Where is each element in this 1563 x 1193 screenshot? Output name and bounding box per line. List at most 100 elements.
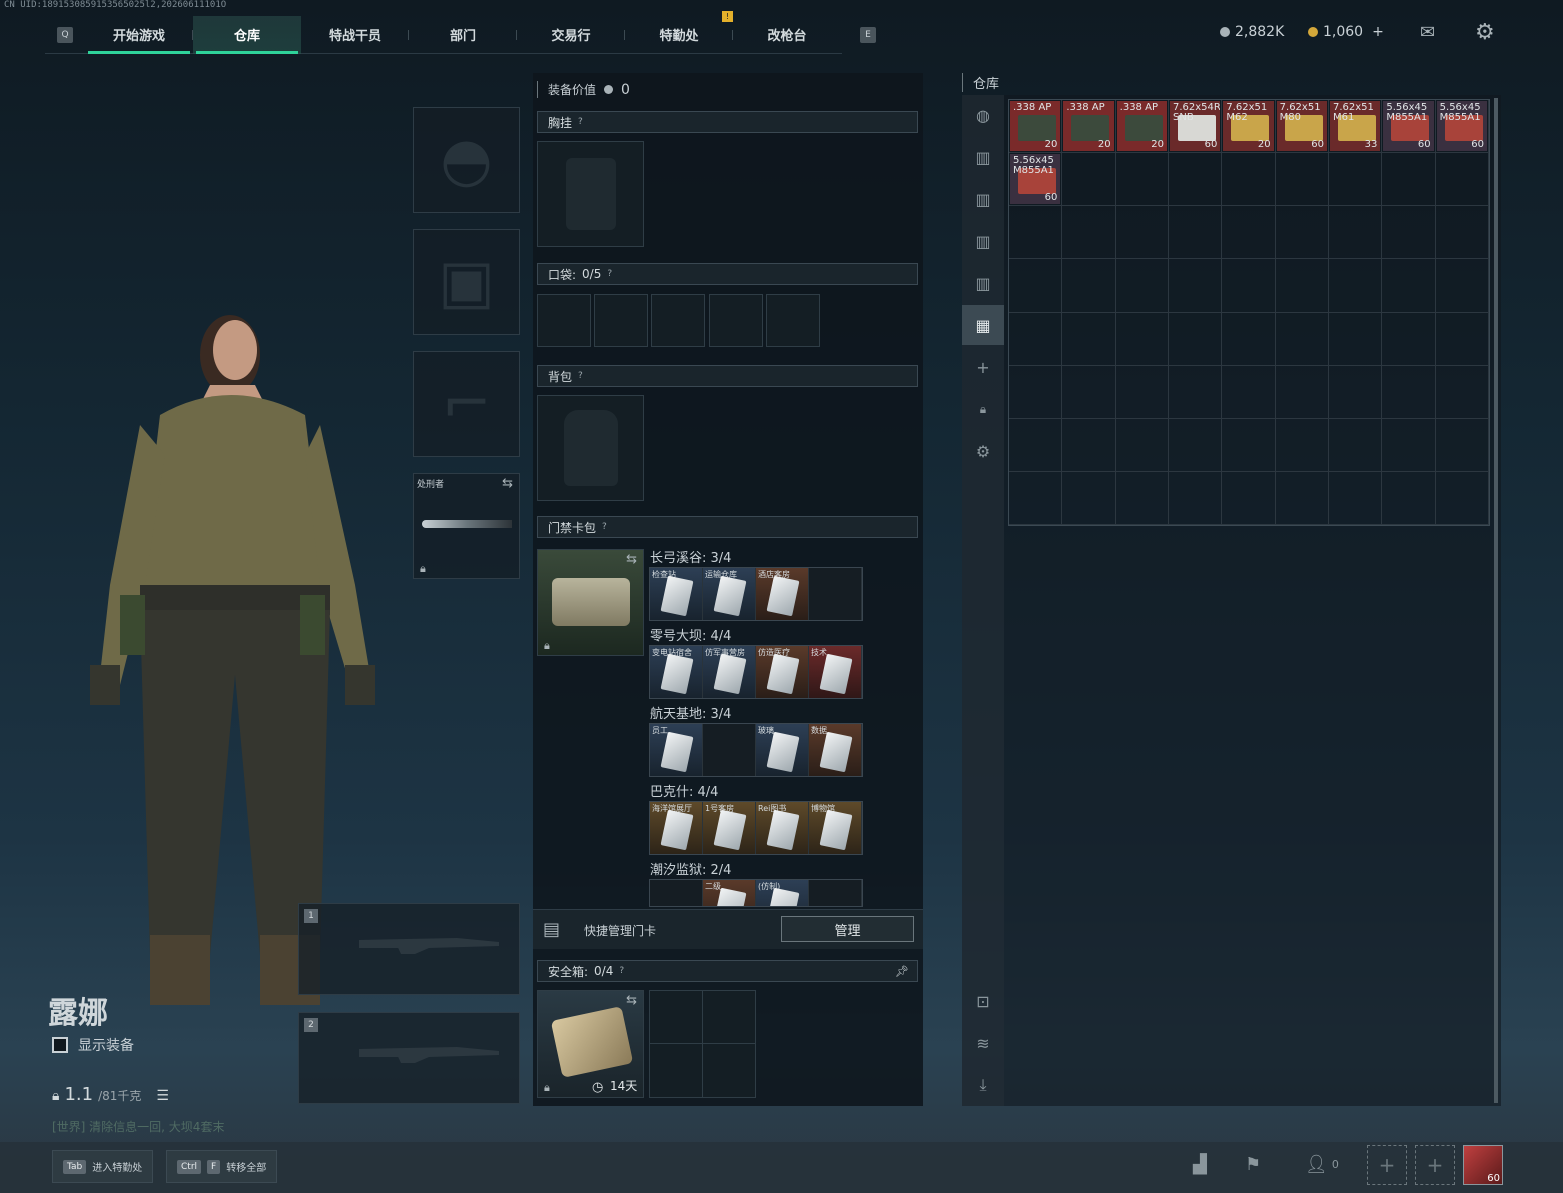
ammo-item[interactable]: 5.56x45 M855A1 60 xyxy=(1010,154,1061,205)
warehouse-cell[interactable] xyxy=(1222,259,1276,313)
warehouse-cell[interactable] xyxy=(1328,206,1383,260)
warehouse-cell[interactable] xyxy=(1168,471,1223,525)
warehouse-cell[interactable] xyxy=(1328,153,1383,207)
pocket-slot[interactable] xyxy=(594,294,648,347)
ammo-item[interactable]: 7.62x51 M62 20 xyxy=(1223,101,1274,152)
warehouse-cell[interactable] xyxy=(1168,418,1223,472)
warehouse-cell[interactable]: 7.62x51 M61 33 xyxy=(1328,100,1383,154)
gold-currency[interactable]: 1,060 + xyxy=(1308,24,1384,40)
warehouse-cell[interactable] xyxy=(1435,153,1489,207)
helmet-slot[interactable]: ◓ xyxy=(413,107,520,213)
mail-icon[interactable]: ✉ xyxy=(1420,22,1435,43)
ammo-item[interactable]: 7.62x54R SNB 60 xyxy=(1169,101,1221,152)
warehouse-cell[interactable] xyxy=(1222,418,1276,472)
warehouse-cell[interactable] xyxy=(1115,259,1169,313)
warehouse-cell[interactable]: 5.56x45 M855A1 60 xyxy=(1009,153,1063,207)
tab-operators[interactable]: 特战干员 xyxy=(301,16,409,54)
show-equipment-toggle[interactable]: 显示装备 xyxy=(52,1035,134,1055)
warehouse-cell[interactable] xyxy=(1382,312,1436,366)
warehouse-cell[interactable] xyxy=(1115,312,1169,366)
warehouse-tab-2-icon[interactable]: ▥ xyxy=(962,137,1004,177)
keycard-empty-slot[interactable] xyxy=(650,880,703,906)
warehouse-cell[interactable]: .338 AP 20 xyxy=(1062,100,1116,154)
ammo-item[interactable]: .338 AP 20 xyxy=(1063,101,1114,152)
warehouse-cell[interactable] xyxy=(1009,312,1063,366)
warehouse-cell[interactable] xyxy=(1328,312,1383,366)
warehouse-cell[interactable] xyxy=(1382,259,1436,313)
nav-key-e[interactable]: E xyxy=(860,27,876,43)
tab-start-game[interactable]: 开始游戏 xyxy=(85,16,193,54)
keycard[interactable]: 数据 xyxy=(809,724,862,776)
ammo-item[interactable]: 5.56x45 M855A1 60 xyxy=(1383,101,1434,152)
warehouse-cell[interactable] xyxy=(1275,206,1329,260)
nav-key-q[interactable]: Q xyxy=(57,26,73,43)
warehouse-cell[interactable] xyxy=(1275,418,1329,472)
add-squad-slot-button[interactable]: + xyxy=(1367,1145,1407,1185)
warehouse-cell[interactable] xyxy=(1275,365,1329,419)
help-icon[interactable]: ? xyxy=(607,269,612,279)
pocket-slot[interactable] xyxy=(766,294,820,347)
warehouse-cell[interactable] xyxy=(1382,206,1436,260)
warehouse-cell[interactable] xyxy=(1009,259,1063,313)
silver-currency[interactable]: 2,882K xyxy=(1220,24,1284,40)
warehouse-cell[interactable] xyxy=(1435,259,1489,313)
backpack-slot[interactable] xyxy=(537,395,644,501)
warehouse-cell[interactable]: .338 AP 20 xyxy=(1115,100,1169,154)
friends-button[interactable]: 👤︎ 0 xyxy=(1305,1154,1339,1175)
swap-icon[interactable]: ⇆ xyxy=(626,993,637,1008)
tab-special-service[interactable]: 特勤处 xyxy=(625,16,733,54)
tab-gunsmith[interactable]: 改枪台 xyxy=(733,16,841,54)
warehouse-cell[interactable] xyxy=(1062,312,1116,366)
warehouse-cell[interactable] xyxy=(1435,206,1489,260)
warehouse-cell[interactable] xyxy=(1328,365,1383,419)
sort-icon[interactable]: ⊡ xyxy=(962,981,1004,1021)
pin-icon[interactable]: 📌︎ xyxy=(895,965,909,978)
warehouse-cell[interactable] xyxy=(1168,365,1223,419)
warehouse-cell[interactable]: 7.62x51 M62 20 xyxy=(1222,100,1276,154)
warehouse-cell[interactable] xyxy=(1435,312,1489,366)
show-equipment-checkbox[interactable] xyxy=(52,1037,68,1053)
warehouse-settings-icon[interactable]: ⚙ xyxy=(962,431,1004,471)
melee-slot[interactable]: 处刑者 ⇆ 🔒︎ xyxy=(413,473,520,579)
warehouse-cell[interactable] xyxy=(1328,418,1383,472)
warehouse-cell[interactable] xyxy=(1009,365,1063,419)
warehouse-cell[interactable] xyxy=(1328,259,1383,313)
warehouse-cell[interactable] xyxy=(1009,206,1063,260)
warehouse-cell[interactable] xyxy=(1115,153,1169,207)
keycard[interactable]: 检查站 xyxy=(650,568,703,620)
keycard[interactable]: 变电站宿舍 xyxy=(650,646,703,698)
pocket-slot[interactable] xyxy=(651,294,705,347)
help-icon[interactable]: ? xyxy=(619,966,624,976)
warehouse-cell[interactable] xyxy=(1382,153,1436,207)
warehouse-tab-5-icon[interactable]: ▥ xyxy=(962,263,1004,303)
settings-gear-icon[interactable]: ⚙ xyxy=(1475,20,1495,45)
warehouse-cell[interactable] xyxy=(1222,312,1276,366)
warehouse-scrollbar[interactable] xyxy=(1494,98,1498,1103)
keycard[interactable]: (仿制) xyxy=(756,880,809,906)
list-icon[interactable]: ☰ xyxy=(156,1088,169,1104)
warehouse-tab-6-icon[interactable]: ▦ xyxy=(962,305,1004,345)
warehouse-tab-4-icon[interactable]: ▥ xyxy=(962,221,1004,261)
ammo-item[interactable]: 5.56x45 M855A1 60 xyxy=(1436,101,1487,152)
warehouse-cell[interactable] xyxy=(1328,471,1383,525)
keycard[interactable]: 海洋馆展厅 xyxy=(650,802,703,854)
warehouse-cell[interactable] xyxy=(1115,206,1169,260)
keycard[interactable]: 二级 xyxy=(703,880,756,906)
gold-add-button[interactable]: + xyxy=(1372,24,1384,40)
keycard[interactable]: 运输仓库 xyxy=(703,568,756,620)
warehouse-tab-3-icon[interactable]: ▥ xyxy=(962,179,1004,219)
safe-box-cell[interactable] xyxy=(650,991,703,1044)
keycard-empty-slot[interactable] xyxy=(809,568,862,620)
warehouse-cell[interactable] xyxy=(1222,153,1276,207)
warehouse-cell[interactable] xyxy=(1062,418,1116,472)
warehouse-cell[interactable] xyxy=(1382,418,1436,472)
warehouse-cell[interactable] xyxy=(1062,206,1116,260)
help-icon[interactable]: ? xyxy=(602,522,607,532)
warehouse-cell[interactable] xyxy=(1062,153,1116,207)
keycard[interactable]: 仿造医疗 xyxy=(756,646,809,698)
pocket-slot[interactable] xyxy=(709,294,763,347)
swap-icon[interactable]: ⇆ xyxy=(626,552,637,567)
warehouse-cell[interactable] xyxy=(1435,418,1489,472)
keycard[interactable]: 1号客房 xyxy=(703,802,756,854)
keycard-pack-slot[interactable]: ⇆ 🔒︎ xyxy=(537,549,644,656)
